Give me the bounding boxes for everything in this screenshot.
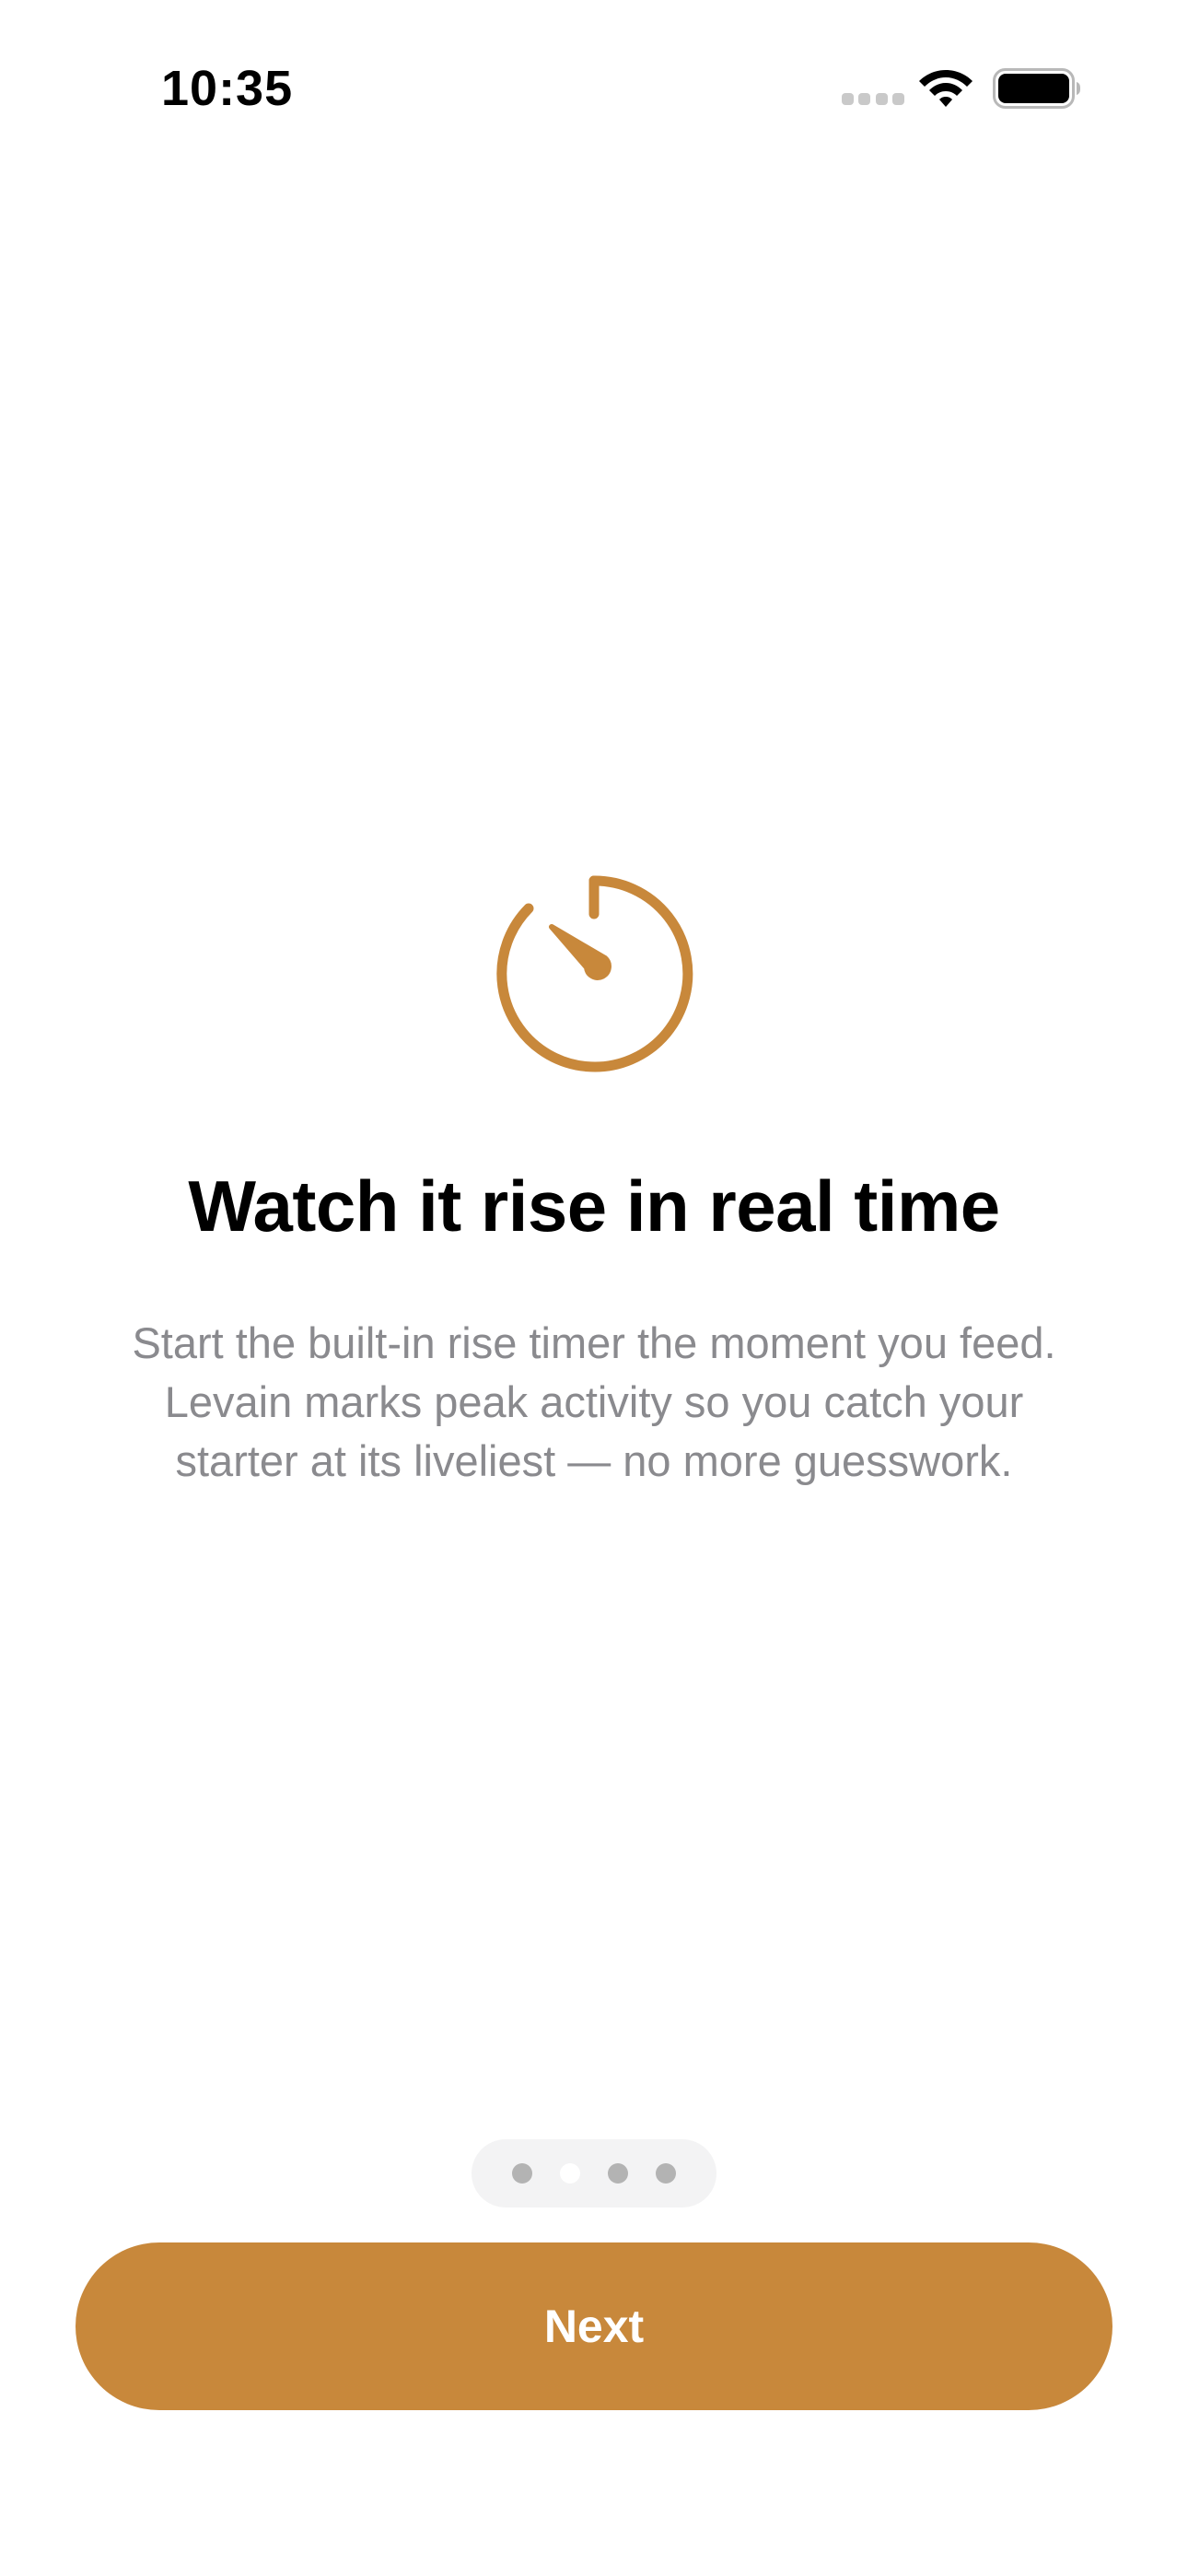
timer-icon	[496, 875, 693, 1072]
next-button[interactable]: Next	[76, 2242, 1112, 2410]
page-dot[interactable]	[608, 2163, 628, 2184]
page-indicator[interactable]	[472, 2139, 716, 2207]
page-dot-current[interactable]	[560, 2163, 580, 2184]
page-dot[interactable]	[512, 2163, 532, 2184]
page-description: Start the built-in rise timer the moment…	[132, 1318, 1056, 1485]
onboarding-page: Watch it rise in real time Start the bui…	[0, 0, 1188, 2576]
next-button-label: Next	[543, 2301, 645, 2352]
page-dot[interactable]	[656, 2163, 676, 2184]
page-title: Watch it rise in real time	[188, 1165, 1000, 1247]
